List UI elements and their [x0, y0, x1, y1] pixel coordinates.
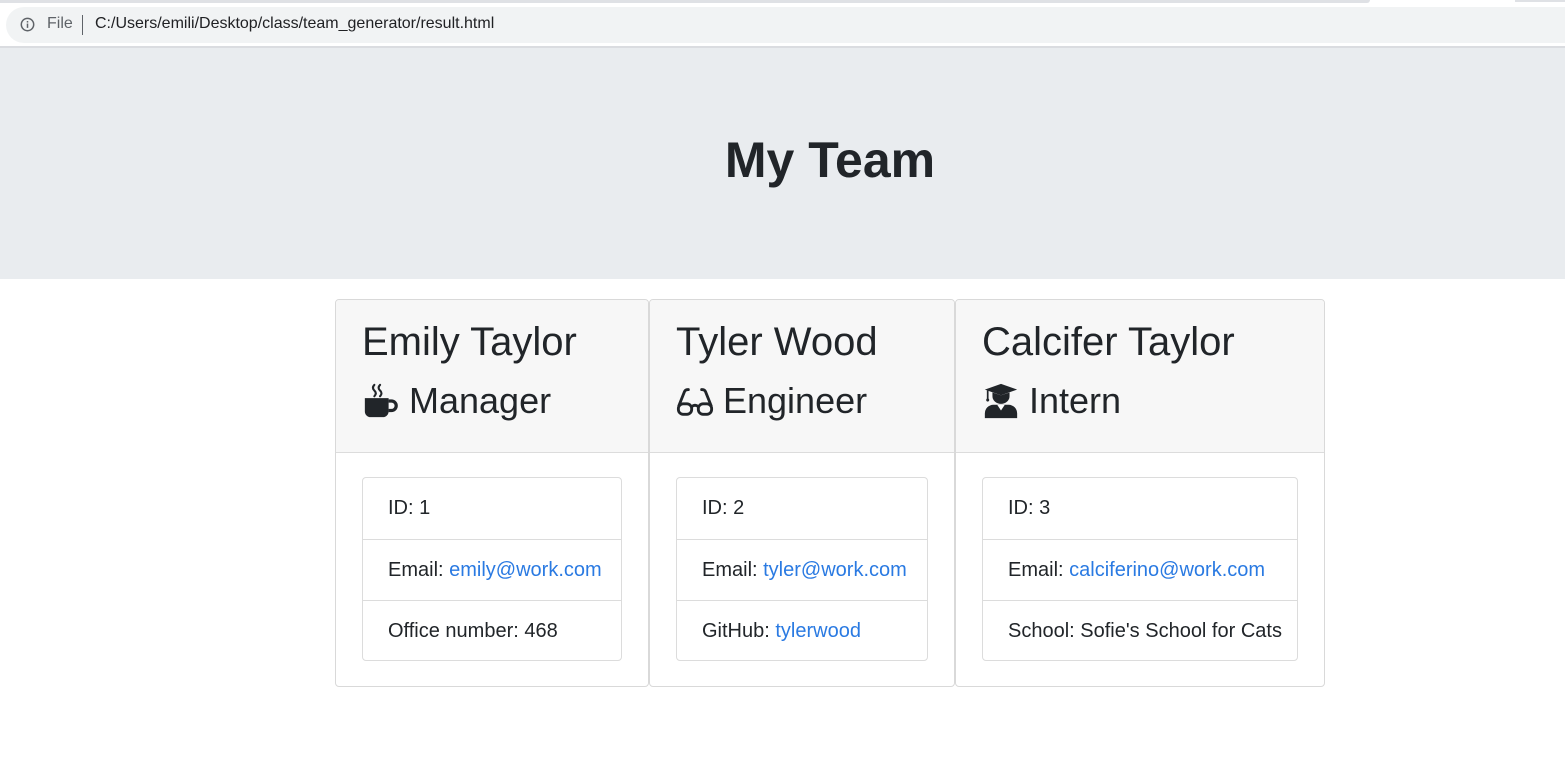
github-label: GitHub: — [702, 620, 776, 642]
employee-card-engineer: Tyler Wood Engineer ID: 2 Email: tyler@w… — [649, 299, 955, 687]
tab-strip-edge — [0, 0, 1370, 3]
employee-details-list: ID: 1 Email: emily@work.com Office numbe… — [362, 477, 622, 661]
email-label: Email: — [702, 559, 764, 581]
graduate-icon — [982, 382, 1020, 420]
role-label: Intern — [1029, 380, 1122, 421]
email-link[interactable]: calciferino@work.com — [1069, 559, 1265, 581]
email-label: Email: — [1008, 559, 1070, 581]
email-label: Email: — [388, 559, 450, 581]
list-item-email: Email: tyler@work.com — [677, 539, 927, 600]
employee-role: Intern — [982, 378, 1121, 424]
tab-strip — [0, 0, 1565, 4]
employee-details-list: ID: 2 Email: tyler@work.com GitHub: tyle… — [676, 477, 928, 661]
office-number: Office number: 468 — [388, 620, 558, 642]
github-link[interactable]: tylerwood — [775, 620, 861, 642]
list-item-email: Email: emily@work.com — [363, 539, 621, 600]
school-label: School: Sofie's School for Cats — [1008, 620, 1282, 642]
role-label: Manager — [409, 380, 552, 421]
list-item-id: ID: 1 — [388, 497, 431, 519]
list-item-id: ID: 2 — [702, 497, 745, 519]
employee-details-list: ID: 3 Email: calciferino@work.com School… — [982, 477, 1298, 661]
card-header: Calcifer Taylor Intern — [956, 300, 1324, 453]
card-header: Emily Taylor Manager — [336, 300, 648, 453]
list-item-office: Office number: 468 — [363, 600, 621, 661]
email-link[interactable]: tyler@work.com — [763, 559, 907, 581]
info-icon[interactable] — [20, 17, 35, 32]
url-text[interactable]: C:/Users/emili/Desktop/class/team_genera… — [95, 15, 494, 33]
employee-name: Calcifer Taylor — [982, 320, 1235, 364]
list-item-email: Email: calciferino@work.com — [983, 539, 1297, 600]
employee-role: Engineer — [676, 378, 867, 424]
list-item-school: School: Sofie's School for Cats — [983, 600, 1297, 661]
mug-icon — [362, 382, 400, 420]
glasses-icon — [676, 382, 714, 420]
employee-name: Tyler Wood — [676, 320, 878, 364]
address-bar[interactable]: File C:/Users/emili/Desktop/class/team_g… — [6, 7, 1565, 43]
tab-strip-edge-right — [1515, 0, 1565, 2]
email-link[interactable]: emily@work.com — [449, 559, 602, 581]
employee-card-intern: Calcifer Taylor Intern ID: 3 Email: calc… — [955, 299, 1325, 687]
role-label: Engineer — [723, 380, 868, 421]
list-item-github: GitHub: tylerwood — [677, 600, 927, 661]
employee-role: Manager — [362, 378, 551, 424]
page-title: My Team — [724, 132, 936, 188]
scheme-label: File — [47, 15, 73, 32]
card-header: Tyler Wood Engineer — [650, 300, 954, 453]
list-item-id: ID: 3 — [1008, 497, 1051, 519]
employee-name: Emily Taylor — [362, 320, 577, 364]
address-separator — [82, 15, 83, 35]
employee-card-manager: Emily Taylor Manager ID: 1 Email: emily@… — [335, 299, 649, 687]
